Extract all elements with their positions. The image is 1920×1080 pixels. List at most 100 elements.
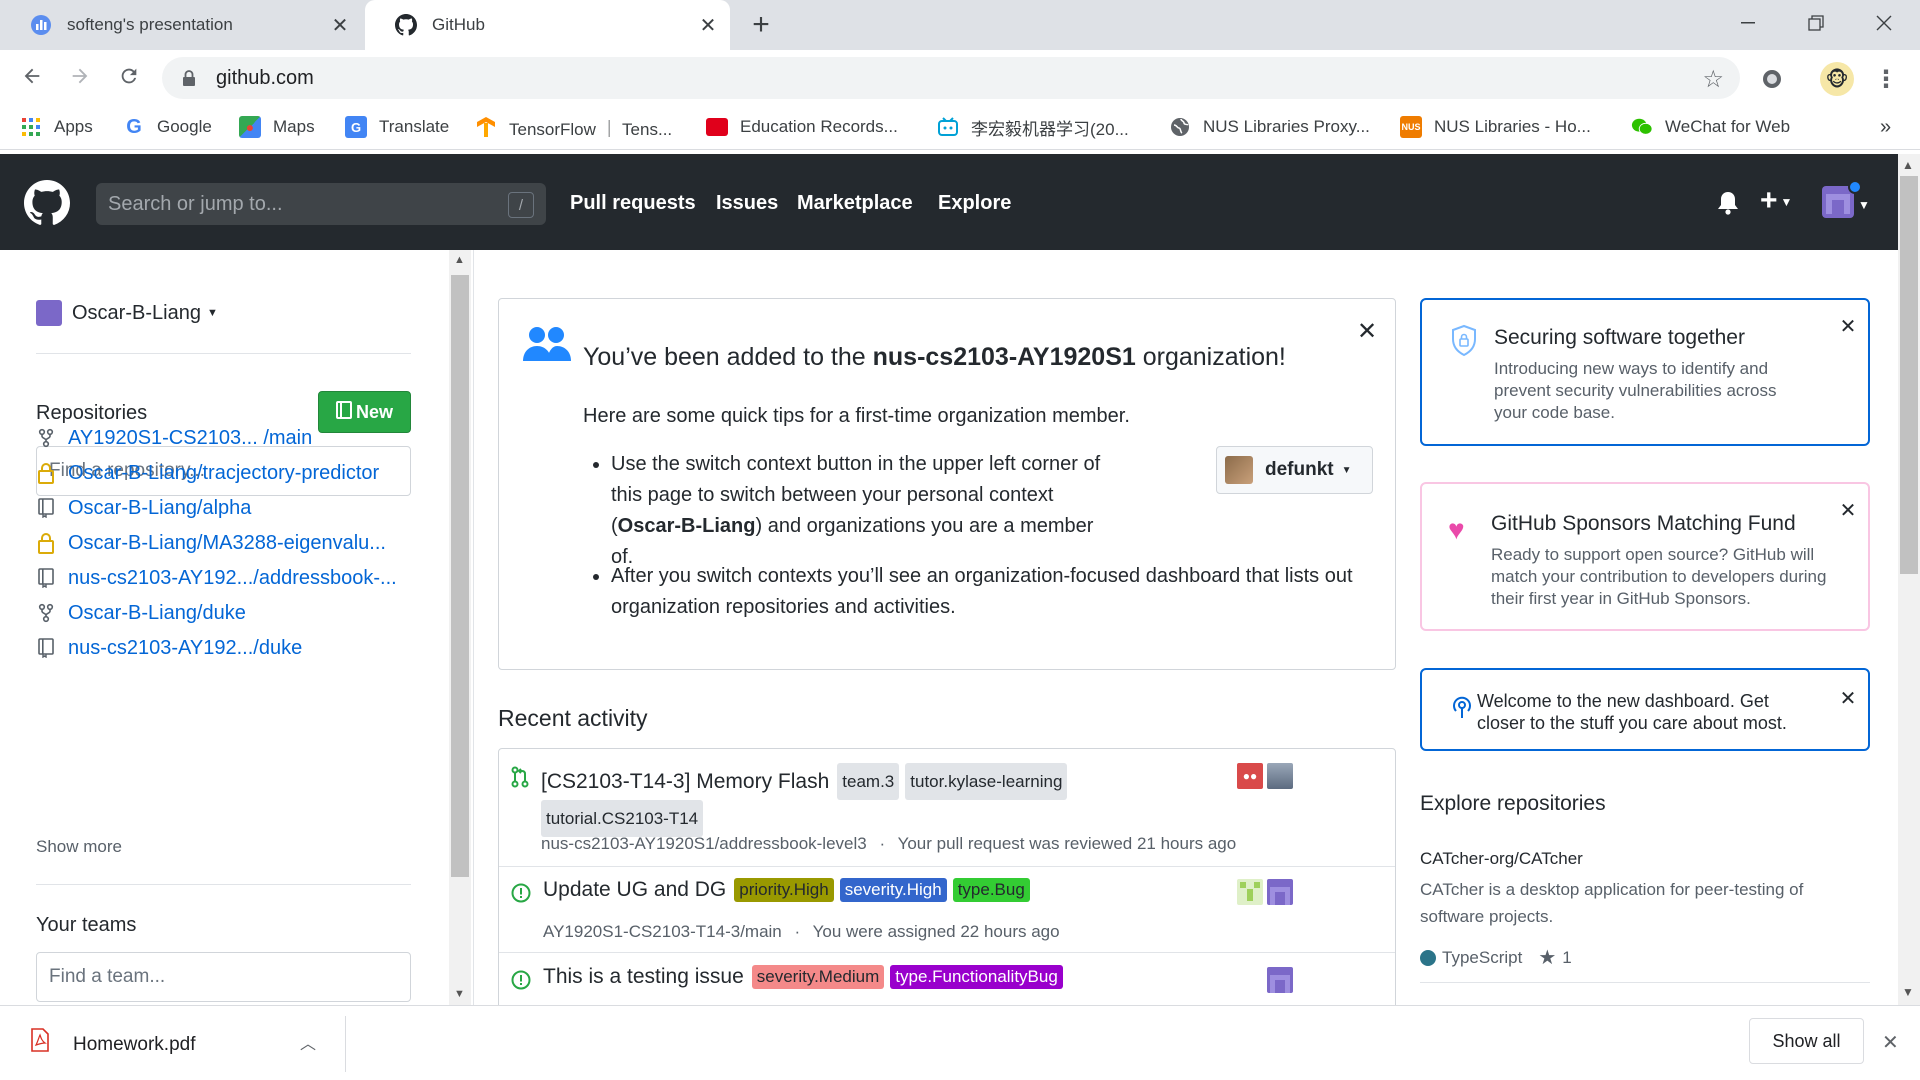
show-more-link[interactable]: Show more — [36, 837, 122, 857]
tab-github[interactable]: GitHub ✕ — [365, 0, 730, 50]
repository-link[interactable]: Oscar-B-Liang/duke — [36, 598, 246, 628]
more-bookmarks-button[interactable]: » — [1880, 114, 1891, 140]
activity-status: You were assigned 22 hours ago — [812, 922, 1060, 941]
bookmark-label: NUS Libraries - Ho... — [1434, 117, 1591, 136]
github-search-input[interactable]: Search or jump to... / — [96, 183, 546, 225]
bookmark-nus-proxy[interactable]: NUS Libraries Proxy... — [1169, 114, 1370, 140]
activity-title[interactable]: Update UG and DG — [543, 878, 726, 901]
star-count[interactable]: 1 — [1562, 948, 1571, 968]
new-repository-button[interactable]: New — [318, 391, 411, 433]
activity-title[interactable]: This is a testing issue — [543, 965, 744, 988]
address-bar[interactable]: github.com ☆ — [162, 57, 1740, 99]
bookmark-education-records[interactable]: Education Records... — [706, 114, 898, 140]
bookmark-label: Google — [157, 117, 212, 136]
label-tag[interactable]: type.FunctionalityBug — [890, 965, 1063, 989]
page-scrollbar-thumb[interactable] — [1900, 176, 1918, 574]
nav-marketplace[interactable]: Marketplace — [797, 192, 913, 215]
bookmark-google[interactable]: G Google — [123, 114, 212, 140]
activity-item[interactable]: Update UG and DG priority.High severity.Hi… — [499, 867, 1395, 953]
repository-link[interactable]: Oscar-B-Liang/MA3288-eigenvalu... — [36, 528, 386, 558]
author-avatar[interactable] — [1237, 879, 1263, 905]
browser-menu-icon[interactable]: ⋮ — [1874, 62, 1898, 96]
activity-repo[interactable]: AY1920S1-CS2103-T14-3/main — [543, 922, 782, 941]
scroll-up-arrow-icon[interactable]: ▲ — [454, 254, 465, 266]
close-icon[interactable]: ✕ — [1882, 1030, 1899, 1055]
label-tag[interactable]: type.Bug — [952, 878, 1030, 902]
context-switcher[interactable]: Oscar-B-Liang ▼ — [36, 300, 218, 326]
label-tag[interactable]: severity.High — [839, 878, 947, 902]
extension-icon[interactable] — [1757, 64, 1787, 94]
show-all-downloads-button[interactable]: Show all — [1749, 1018, 1864, 1064]
sidebar-scrollbar-thumb[interactable] — [451, 275, 469, 877]
repositories-heading: Repositories — [36, 402, 148, 424]
tip-item: Use the switch context button in the upp… — [611, 449, 1111, 573]
bookmark-maps[interactable]: ● Maps — [239, 114, 315, 140]
close-icon[interactable]: ✕ — [1355, 318, 1379, 345]
bookmark-label: WeChat for Web — [1665, 117, 1791, 136]
nav-explore[interactable]: Explore — [938, 192, 1011, 215]
github-logo-icon — [395, 14, 417, 36]
nav-issues[interactable]: Issues — [716, 192, 778, 215]
bookmark-star-icon[interactable]: ☆ — [1702, 65, 1724, 94]
reload-icon[interactable] — [113, 60, 145, 92]
restore-button[interactable] — [1786, 0, 1846, 45]
repository-link[interactable]: Oscar-B-Liang/alpha — [36, 493, 251, 523]
caret-down-icon[interactable]: ▼ — [1858, 198, 1870, 212]
label-tag[interactable]: priority.High — [734, 878, 834, 902]
activity-item[interactable]: [CS2103-T14-3] Memory Flash team.3 tutor.k… — [499, 749, 1395, 867]
download-file-name[interactable]: Homework.pdf — [73, 1034, 196, 1056]
minimize-button[interactable] — [1718, 0, 1778, 45]
repository-link[interactable]: Oscar-B-Liang/tracjectory-predictor — [36, 458, 379, 488]
create-new-dropdown[interactable]: + ▼ — [1760, 184, 1792, 218]
explore-repo-name[interactable]: CATcher-org/CATcher — [1420, 849, 1583, 869]
card-body: Ready to support open source? GitHub wil… — [1491, 545, 1827, 608]
scroll-up-arrow-icon[interactable]: ▲ — [1902, 158, 1914, 172]
label-tag[interactable]: tutorial.CS2103-T14 — [541, 800, 704, 837]
github-logo-icon[interactable] — [24, 180, 70, 226]
profile-avatar[interactable]: 🐵 — [1820, 62, 1854, 96]
label-tag[interactable]: team.3 — [837, 763, 900, 800]
bookmark-nus-libraries[interactable]: NUS NUS Libraries - Ho... — [1400, 114, 1591, 140]
activity-repo[interactable]: nus-cs2103-AY1920S1/addressbook-level3 — [541, 834, 867, 853]
close-icon[interactable]: ✕ — [1836, 498, 1860, 522]
activity-status: Your pull request was reviewed 21 hours … — [897, 834, 1237, 853]
close-icon[interactable]: ✕ — [1836, 314, 1860, 338]
repository-link[interactable]: AY1920S1-CS2103... /main — [36, 423, 312, 453]
notifications-bell-icon[interactable] — [1716, 190, 1740, 221]
assignee-avatar[interactable] — [1267, 879, 1293, 905]
tensorflow-icon — [475, 116, 497, 138]
tab-close-icon[interactable]: ✕ — [696, 13, 720, 37]
tab-softeng-presentation[interactable]: softeng's presentation ✕ — [0, 0, 362, 50]
author-avatar[interactable] — [1267, 763, 1293, 789]
scroll-down-arrow-icon[interactable]: ▼ — [454, 988, 465, 1000]
bookmark-tensorflow[interactable]: TensorFlow ｜ Tens... — [475, 114, 672, 140]
assignee-avatar[interactable] — [1267, 967, 1293, 993]
context-switcher-example[interactable]: defunkt ▼ — [1216, 446, 1373, 494]
activity-title[interactable]: [CS2103-T14-3] Memory Flash — [541, 770, 829, 793]
bookmark-apps[interactable]: Apps — [20, 114, 93, 140]
card-title: Securing software together — [1494, 326, 1745, 349]
reviewer-avatar[interactable]: ●● — [1237, 763, 1263, 789]
forward-arrow-icon[interactable] — [64, 60, 96, 92]
label-tag[interactable]: tutor.kylase-learning — [905, 763, 1068, 800]
label-tag[interactable]: severity.Medium — [751, 965, 885, 989]
bookmark-bilibili[interactable]: 李宏毅机器学习(20... — [937, 114, 1129, 140]
chevron-up-icon[interactable]: ︿ — [300, 1030, 316, 1054]
nav-pull-requests[interactable]: Pull requests — [570, 192, 696, 215]
new-tab-button[interactable]: + — [746, 8, 776, 41]
find-team-input[interactable]: Find a team... — [36, 952, 411, 1002]
close-window-button[interactable] — [1854, 0, 1914, 45]
bookmark-translate[interactable]: G Translate — [345, 114, 449, 140]
tab-close-icon[interactable]: ✕ — [328, 13, 352, 37]
close-icon[interactable]: ✕ — [1836, 686, 1860, 710]
repository-link[interactable]: nus-cs2103-AY192.../addressbook-... — [36, 563, 397, 593]
scroll-down-arrow-icon[interactable]: ▼ — [1902, 985, 1914, 999]
repository-name: Oscar-B-Liang/MA3288-eigenvalu... — [68, 531, 386, 554]
bookmark-label: Translate — [379, 117, 450, 136]
globe-icon — [1169, 116, 1191, 138]
bookmark-wechat[interactable]: WeChat for Web — [1631, 114, 1790, 140]
repository-link[interactable]: nus-cs2103-AY192.../duke — [36, 633, 302, 663]
back-arrow-icon[interactable] — [16, 60, 48, 92]
switcher-username: defunkt — [1265, 459, 1334, 480]
star-icon[interactable]: ★ — [1538, 945, 1556, 970]
